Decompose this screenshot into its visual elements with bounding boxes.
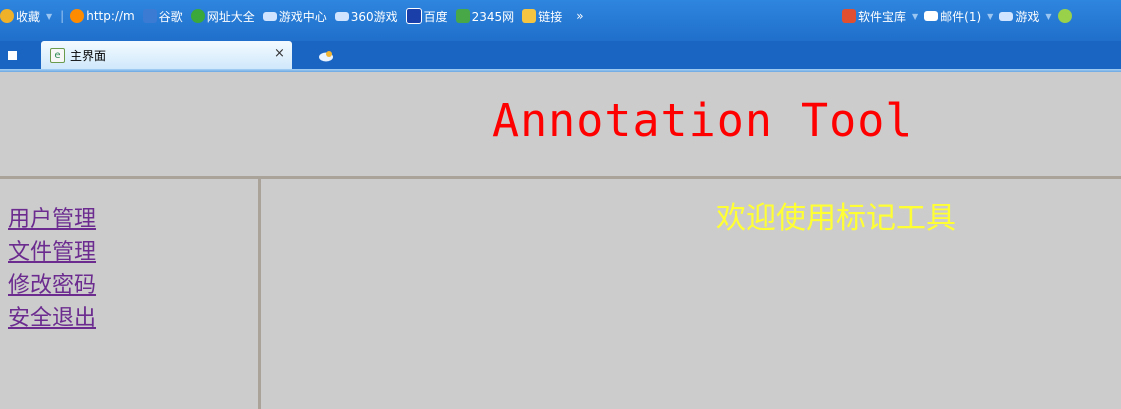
favorite-label: 软件宝库	[858, 9, 907, 24]
software-icon	[842, 9, 856, 23]
dropdown-arrow-icon[interactable]: ▼	[46, 12, 52, 21]
house-icon	[455, 9, 470, 23]
nav-frame: 用户管理 文件管理 修改密码 安全退出	[0, 179, 258, 409]
favorites-overflow-button[interactable]: »	[576, 9, 583, 23]
favorite-label: 邮件(1)	[940, 9, 982, 24]
gamepad-icon	[262, 11, 277, 21]
favorite-label: 游戏	[1015, 9, 1040, 24]
page-title: Annotation Tool	[492, 94, 914, 147]
favorite-label: 收藏	[16, 9, 41, 24]
favorite-360-games[interactable]: 360游戏	[334, 8, 398, 25]
dropdown-arrow-icon[interactable]: ▼	[1045, 12, 1051, 21]
favorite-software[interactable]: 软件宝库	[842, 8, 906, 25]
gamepad-icon	[334, 11, 349, 21]
favorite-label: 链接	[538, 9, 563, 24]
header-frame: Annotation Tool	[0, 72, 1121, 176]
favorite-mail[interactable]: 邮件(1)	[924, 8, 981, 25]
tab-close-button[interactable]: ×	[274, 46, 285, 61]
star-folder-icon	[0, 9, 14, 23]
frame-divider-vertical[interactable]	[258, 179, 261, 409]
gamepad-icon	[999, 11, 1014, 21]
orange-circle-icon	[70, 9, 85, 23]
favorite-links-folder[interactable]: 链接	[522, 8, 562, 25]
favorite-game-center[interactable]: 游戏中心	[262, 8, 327, 25]
page-favicon-icon: e	[50, 48, 65, 63]
favorite-label: 360游戏	[350, 9, 398, 24]
favorite-label: 2345网	[471, 9, 515, 24]
nav-link-logout[interactable]: 安全退出	[8, 300, 96, 332]
favorite-url-directory[interactable]: 网址大全	[190, 8, 255, 25]
favorite-games[interactable]: 游戏	[999, 8, 1039, 25]
favorite-collect[interactable]: 收藏	[0, 8, 40, 25]
welcome-message: 欢迎使用标记工具	[716, 201, 956, 236]
favorite-baidu[interactable]: 百度	[405, 8, 448, 25]
folder-icon	[522, 9, 537, 23]
tab-list-icon[interactable]	[8, 51, 17, 60]
separator: |	[60, 9, 65, 23]
dropdown-arrow-icon[interactable]: ▼	[987, 12, 993, 21]
favorites-left-group: 收藏 ▼ | http://m 谷歌 网址大全 游戏中心 360游戏 百度 23…	[0, 7, 592, 25]
favorite-label: 百度	[423, 9, 448, 24]
favorite-label: 游戏中心	[278, 9, 327, 24]
tab-main[interactable]: e 主界面 ×	[41, 41, 292, 69]
favorite-label: http://m	[86, 9, 135, 23]
new-tab-icon[interactable]	[318, 49, 334, 62]
google-icon	[142, 9, 157, 23]
favorite-label: 网址大全	[206, 9, 255, 24]
favorites-bar: 收藏 ▼ | http://m 谷歌 网址大全 游戏中心 360游戏 百度 23…	[0, 0, 1121, 41]
favorite-2345[interactable]: 2345网	[455, 8, 515, 25]
mail-icon	[924, 11, 939, 21]
dropdown-arrow-icon[interactable]: ▼	[912, 12, 918, 21]
favorites-right-group: 软件宝库 ▼ 邮件(1) ▼ 游戏 ▼	[842, 7, 1072, 25]
smiley-icon[interactable]	[1057, 9, 1072, 23]
nav-link-file-management[interactable]: 文件管理	[8, 234, 96, 266]
nav-link-user-management[interactable]: 用户管理	[8, 201, 96, 233]
tab-title: 主界面	[70, 49, 107, 63]
favorite-google[interactable]: 谷歌	[142, 8, 183, 25]
baidu-paw-icon	[405, 8, 422, 24]
nav-link-change-password[interactable]: 修改密码	[8, 267, 96, 299]
favorite-http[interactable]: http://m	[70, 9, 135, 23]
ie-e-icon	[190, 9, 205, 23]
favorite-label: 谷歌	[158, 9, 183, 24]
